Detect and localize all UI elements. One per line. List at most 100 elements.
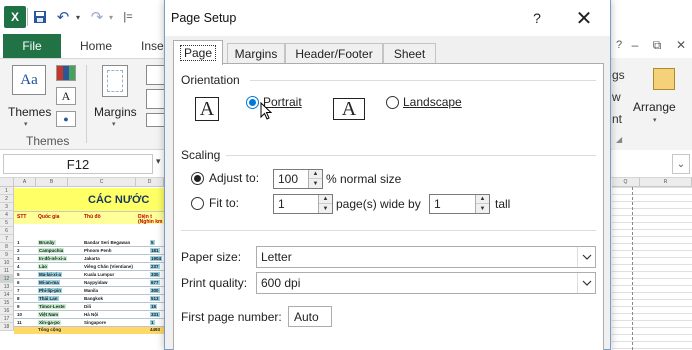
spin-down-icon[interactable]: ▼ xyxy=(476,204,489,213)
spin-up-icon[interactable]: ▲ xyxy=(476,195,489,204)
adjust-to-spinner[interactable]: 100 ▲ ▼ xyxy=(273,169,323,189)
redo-dropdown-icon[interactable]: ▾ xyxy=(106,6,116,28)
row-header[interactable]: 7 xyxy=(0,235,14,243)
help-icon[interactable]: ? xyxy=(612,36,626,54)
column-header[interactable]: A xyxy=(14,178,36,187)
table-cell: Kuala Lumpur xyxy=(84,272,115,277)
row-header[interactable]: 13 xyxy=(0,283,14,291)
margins-button[interactable]: Margins ▾ xyxy=(94,65,140,128)
theme-fonts-icon[interactable]: A xyxy=(56,87,76,105)
restore-icon[interactable]: ⧉ xyxy=(650,36,664,54)
save-icon[interactable] xyxy=(31,6,49,28)
row-header[interactable]: 10 xyxy=(0,259,14,267)
row-header[interactable]: 14 xyxy=(0,291,14,299)
page-setup-dialog: Page Setup ? ✕ Page Margins Header/Foote… xyxy=(164,0,611,350)
table-cell: 237 xyxy=(150,264,160,269)
fit-to-radio[interactable] xyxy=(191,197,204,210)
dialog-launcher-icon[interactable]: ◢ xyxy=(616,135,622,144)
adjust-to-radio[interactable] xyxy=(191,172,204,185)
table-row[interactable]: 3 In-đô-nê-xi-a Jakarta 1904 xyxy=(14,256,164,263)
table-row[interactable]: 9 Timor-Leste Dili 15 xyxy=(14,304,164,311)
theme-effects-icon[interactable]: ● xyxy=(56,111,76,127)
column-header[interactable]: B xyxy=(36,178,68,187)
chevron-down-icon[interactable] xyxy=(577,247,595,267)
landscape-label[interactable]: Landscape xyxy=(403,95,462,109)
column-header[interactable]: C xyxy=(68,178,136,187)
chevron-down-icon[interactable] xyxy=(577,273,595,293)
row-header[interactable]: 4 xyxy=(0,211,14,219)
name-box[interactable]: F12 xyxy=(3,154,153,174)
row-header[interactable]: 9 xyxy=(0,251,14,259)
table-cell: 15 xyxy=(150,304,158,309)
table-row[interactable]: 11 Xin-ga-po Singapore 1 xyxy=(14,320,164,327)
customize-qat-icon[interactable]: |= xyxy=(121,6,135,28)
orientation-icon[interactable] xyxy=(146,65,166,85)
fit-to-label[interactable]: Fit to: xyxy=(209,196,239,210)
minimize-icon[interactable]: – xyxy=(628,36,642,54)
table-row[interactable]: 2 Campuchia Phnom Penh 181 xyxy=(14,248,164,255)
row-header[interactable]: 11 xyxy=(0,267,14,275)
portrait-radio[interactable] xyxy=(246,96,259,109)
row-header[interactable]: 8 xyxy=(0,243,14,251)
undo-icon[interactable]: ↶ xyxy=(53,6,73,28)
tab-file[interactable]: File xyxy=(3,34,61,58)
close-icon[interactable]: ✕ xyxy=(569,6,599,30)
column-header[interactable]: Q xyxy=(612,178,640,187)
print-quality-select[interactable]: 600 dpi xyxy=(256,272,596,294)
row-header[interactable]: 5 xyxy=(0,219,14,227)
close-window-icon[interactable]: ✕ xyxy=(674,36,688,54)
pages-tall-spinner[interactable]: 1 ▲ ▼ xyxy=(429,194,490,214)
spin-down-icon[interactable]: ▼ xyxy=(309,179,322,188)
theme-colors-icon[interactable] xyxy=(56,65,76,81)
tab-sheet[interactable]: Sheet xyxy=(383,43,436,64)
qat-separator xyxy=(27,8,28,26)
table-row[interactable]: 7 Phi-lip-pin Manila 300 xyxy=(14,288,164,295)
tab-header-footer[interactable]: Header/Footer xyxy=(285,43,383,64)
table-row[interactable]: 1 Brunây Bandar Seri Begawan 5 xyxy=(14,240,164,247)
row-header[interactable]: 17 xyxy=(0,315,14,323)
spin-down-icon[interactable]: ▼ xyxy=(319,204,332,213)
chevron-down-icon[interactable]: ▾ xyxy=(156,156,161,167)
redo-icon[interactable]: ↷ xyxy=(88,6,106,28)
undo-dropdown-icon[interactable]: ▾ xyxy=(73,6,83,28)
tab-home[interactable]: Home xyxy=(80,34,112,58)
row-header[interactable]: 1 xyxy=(0,187,14,195)
row-header[interactable]: 16 xyxy=(0,307,14,315)
spin-up-icon[interactable]: ▲ xyxy=(319,195,332,204)
chevron-down-icon: ▾ xyxy=(24,121,28,128)
tab-margins[interactable]: Margins xyxy=(227,43,285,64)
table-header-row: STT Quốc gia Thủ đô Diện t (Nghìn km xyxy=(14,212,164,225)
column-header[interactable]: R xyxy=(640,178,692,187)
spin-up-icon[interactable]: ▲ xyxy=(309,170,322,179)
landscape-radio[interactable] xyxy=(386,96,399,109)
row-header[interactable]: 6 xyxy=(0,227,14,235)
select-all-corner[interactable] xyxy=(0,178,14,187)
expand-formula-icon[interactable]: ⌄ xyxy=(672,154,690,174)
adjust-to-label[interactable]: Adjust to: xyxy=(209,171,259,185)
table-row[interactable]: 6 Mi-an-ma Naypyidaw 677 xyxy=(14,280,164,287)
tab-insert[interactable]: Inse xyxy=(141,34,164,58)
tab-page[interactable]: Page xyxy=(173,40,223,65)
row-header[interactable]: 15 xyxy=(0,299,14,307)
table-row[interactable]: 10 Việt Nam Hà Nội 331 xyxy=(14,312,164,319)
arrange-icon[interactable] xyxy=(653,68,675,90)
excel-logo-icon[interactable]: X xyxy=(4,6,26,28)
row-header[interactable]: 18 xyxy=(0,323,14,331)
row-header[interactable]: 2 xyxy=(0,195,14,203)
size-icon[interactable] xyxy=(146,89,166,109)
row-header[interactable]: 12 xyxy=(0,275,14,283)
table-row[interactable]: 8 Thái Lan Bangkok 513 xyxy=(14,296,164,303)
first-page-number-input[interactable]: Auto xyxy=(288,306,332,327)
pages-wide-spinner[interactable]: 1 ▲ ▼ xyxy=(273,194,333,214)
column-header[interactable]: D xyxy=(136,178,164,187)
normal-size-label: % normal size xyxy=(326,172,402,186)
paper-size-select[interactable]: Letter xyxy=(256,246,596,268)
row-header[interactable]: 3 xyxy=(0,203,14,211)
arrange-label[interactable]: Arrange xyxy=(633,100,676,114)
print-area-icon[interactable] xyxy=(146,113,166,127)
dialog-title-bar[interactable]: Page Setup ? ✕ xyxy=(165,0,610,36)
table-row[interactable]: 5 Ma-lai-xi-a Kuala Lumpur 330 xyxy=(14,272,164,279)
help-icon[interactable]: ? xyxy=(526,7,548,29)
table-row[interactable]: 4 Lào Viêng Chăn (Vientiane) 237 xyxy=(14,264,164,271)
themes-button[interactable]: Aa Themes ▾ xyxy=(8,65,54,128)
